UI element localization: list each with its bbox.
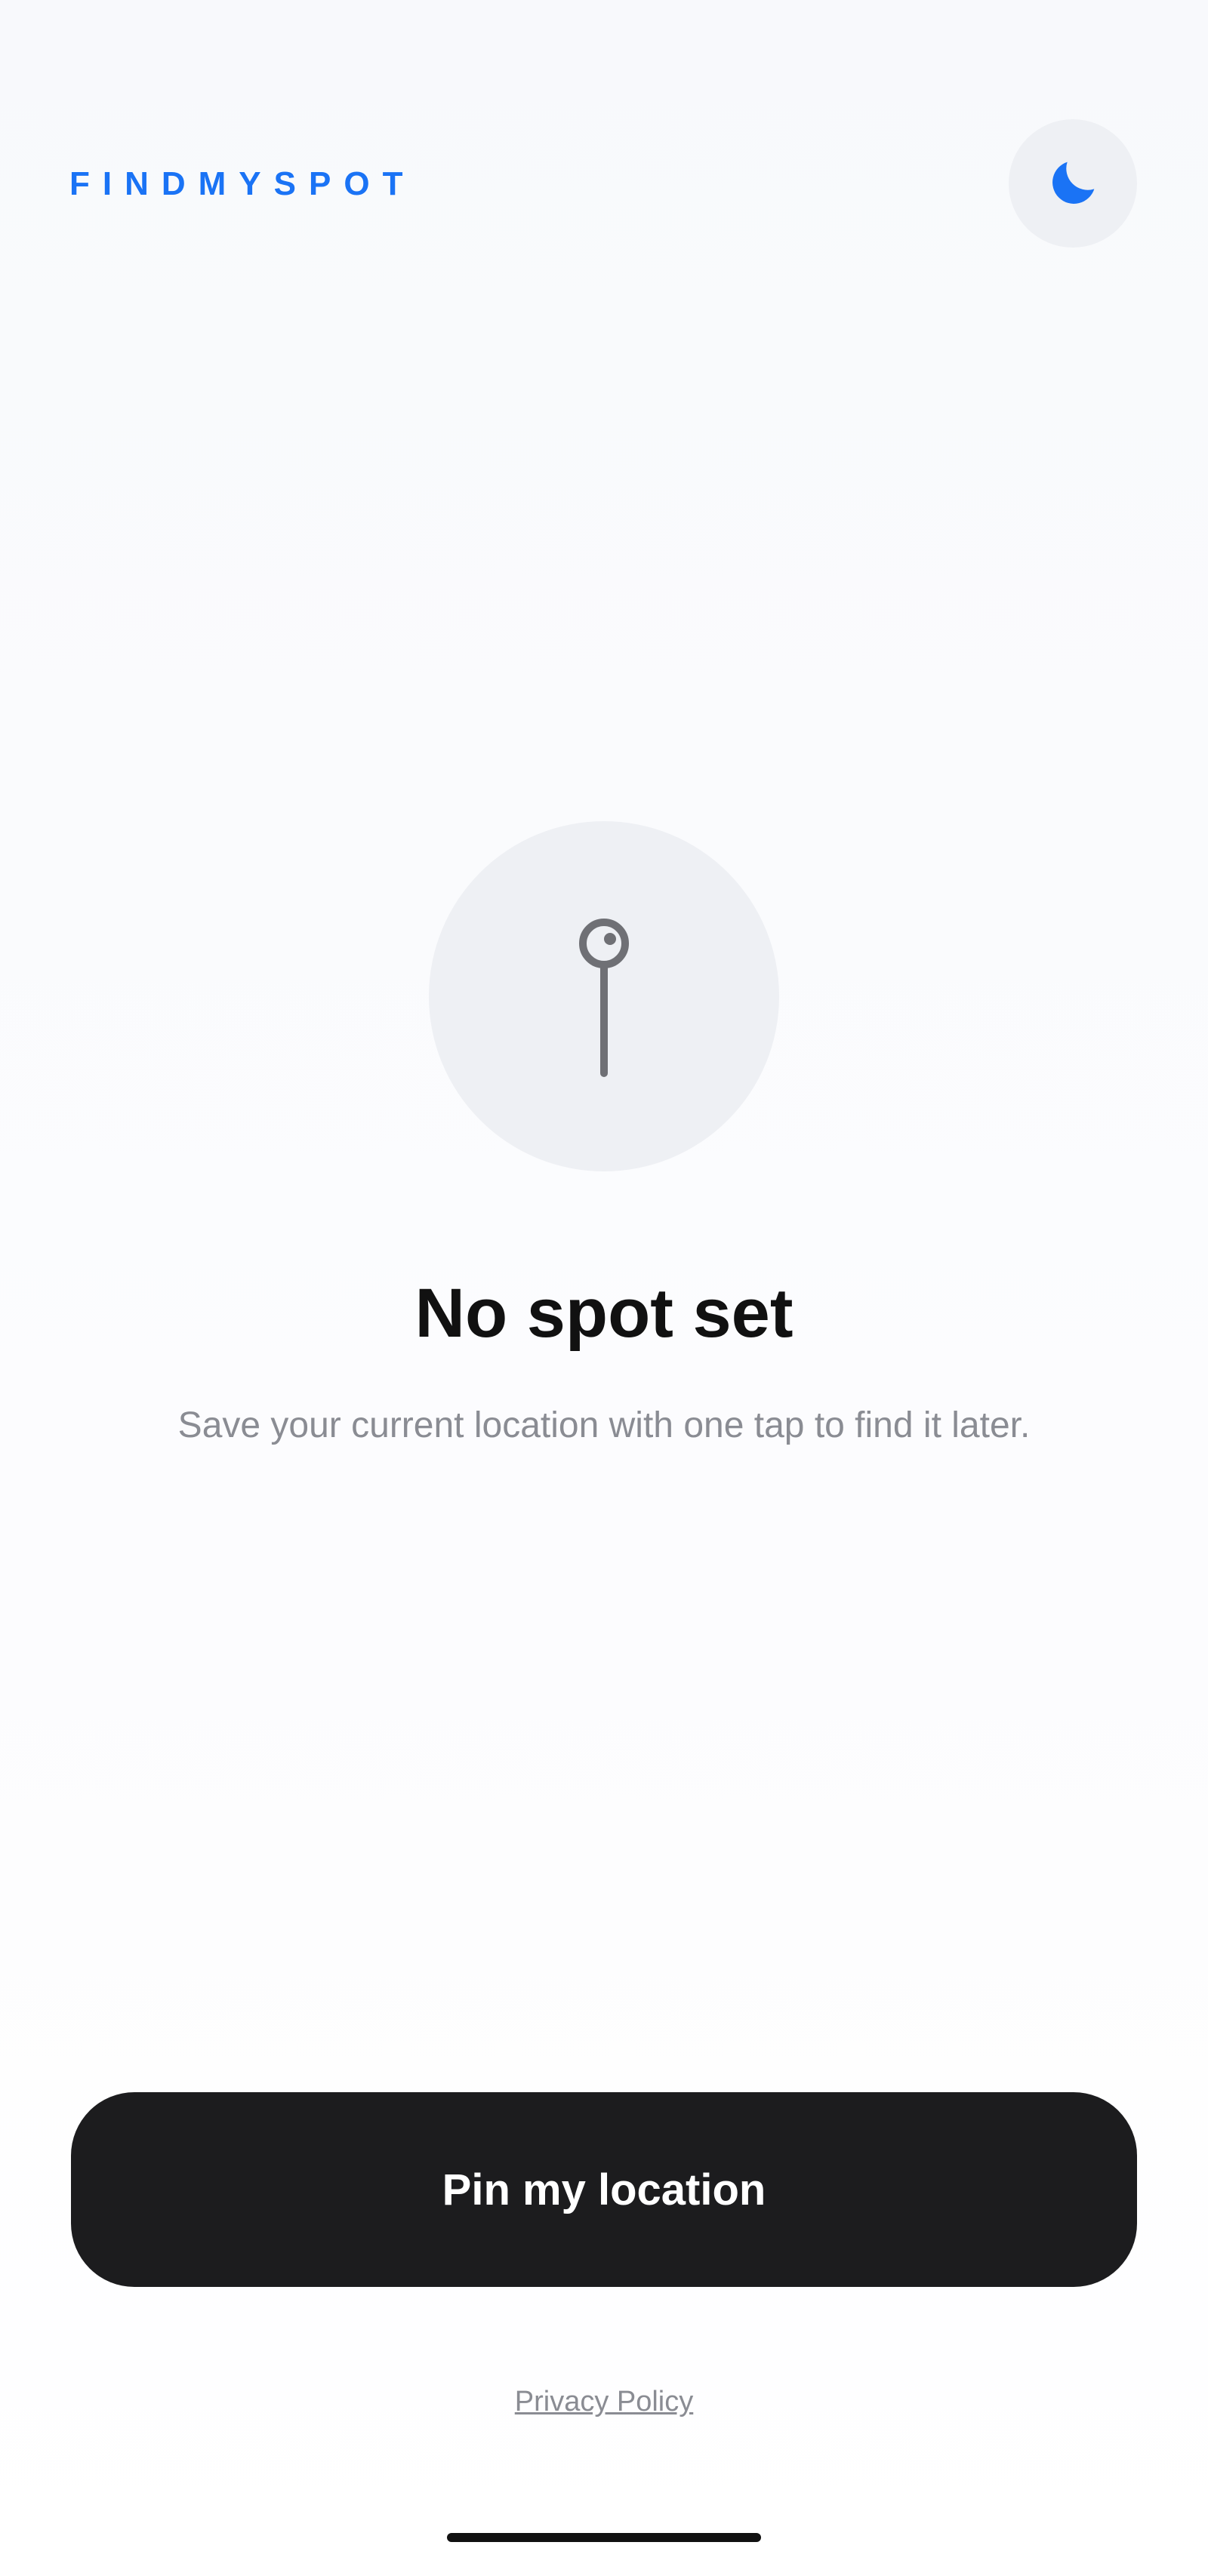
theme-toggle-button[interactable] bbox=[1009, 119, 1137, 248]
empty-state-subtitle: Save your current location with one tap … bbox=[177, 1405, 1031, 1445]
moon-icon bbox=[1052, 162, 1095, 204]
pin-location-button[interactable]: Pin my location bbox=[71, 2092, 1137, 2287]
empty-state-title: No spot set bbox=[414, 1275, 794, 1352]
privacy-policy-link[interactable]: Privacy Policy bbox=[0, 2379, 1208, 2424]
pin-icon bbox=[579, 919, 629, 1077]
home-indicator bbox=[447, 2533, 761, 2542]
empty-state-illustration bbox=[429, 821, 779, 1171]
brand-wordmark: FINDMYSPOT bbox=[69, 165, 416, 202]
